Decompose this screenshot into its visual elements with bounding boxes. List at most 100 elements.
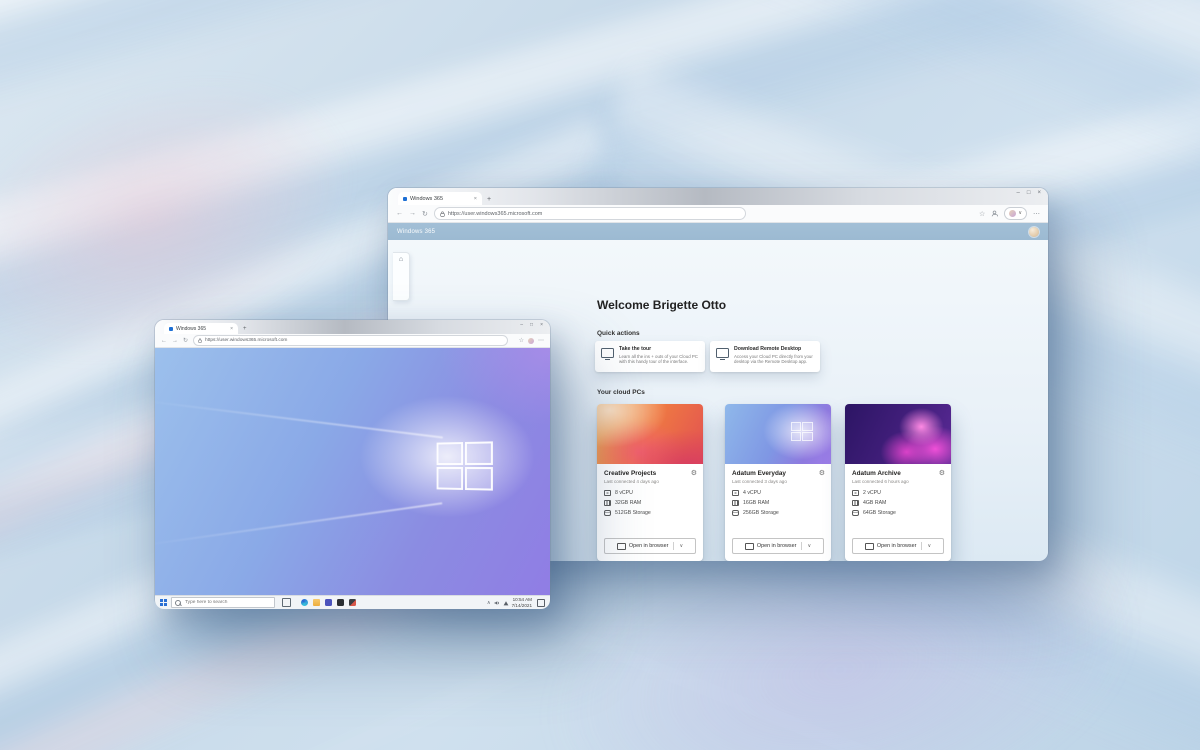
cloud-pc-thumbnail [597, 404, 703, 464]
button-divider [673, 542, 674, 550]
portal-brand: Windows 365 [397, 229, 435, 235]
menu-ellipsis-icon[interactable]: ⋯ [1033, 210, 1040, 218]
monitor-icon [601, 348, 614, 358]
maximize-button[interactable]: □ [530, 322, 533, 328]
browser-icon [865, 543, 874, 550]
cloud-pc-desktop[interactable] [155, 348, 550, 595]
profile-avatar [1009, 210, 1016, 217]
spec-storage: 64GB Storage [852, 510, 896, 516]
edge-icon[interactable] [301, 599, 308, 606]
menu-ellipsis-icon[interactable]: ⋯ [538, 337, 544, 344]
storage-value: 512GB Storage [615, 510, 651, 516]
nav-rail[interactable]: ⌂ [393, 252, 410, 301]
store-icon[interactable] [337, 599, 344, 606]
minimize-button[interactable]: – [520, 322, 523, 328]
close-tab-icon[interactable]: × [230, 326, 233, 332]
quick-action-take-tour[interactable]: Take the tour Learn all the ins + outs o… [595, 341, 705, 372]
spec-list: 2 vCPU 4GB RAM 64GB Storage [852, 490, 896, 516]
cpu-icon [852, 490, 859, 496]
favorites-star-icon[interactable]: ☆ [519, 337, 524, 344]
maximize-button[interactable]: □ [1027, 190, 1031, 196]
open-in-browser-button[interactable]: Open in browser ∨ [852, 538, 944, 554]
quick-action-title: Download Remote Desktop [734, 346, 814, 352]
back-icon[interactable]: ← [396, 210, 403, 217]
open-in-browser-button[interactable]: Open in browser ∨ [604, 538, 696, 554]
window-controls: – □ × [520, 322, 543, 328]
home-icon[interactable]: ⌂ [399, 256, 403, 300]
chevron-down-icon[interactable]: ∨ [807, 544, 811, 549]
portal-site-header: Windows 365 [388, 223, 1048, 240]
cloud-pc-browser-window: Windows 365 × + – □ × ← → ↻ https://user… [155, 320, 550, 607]
clock-date: 7/14/2021 [512, 603, 532, 608]
browser-toolbar: ← → ↻ https://user.windows365.microsoft.… [155, 334, 550, 348]
cloud-pcs-label: Your cloud PCs [597, 389, 645, 396]
back-icon[interactable]: ← [161, 338, 167, 344]
start-button-icon[interactable] [160, 599, 167, 606]
cloud-pc-card: Creative Projects ⚙ Last connected 4 day… [597, 404, 703, 561]
tab-favicon [169, 327, 173, 331]
url-text: https://user.windows365.microsoft.com [205, 338, 287, 343]
spec-ram: 4GB RAM [852, 500, 896, 506]
photos-icon[interactable] [349, 599, 356, 606]
cloud-pc-thumbnail [845, 404, 951, 464]
search-input[interactable] [183, 599, 271, 606]
ram-icon [604, 500, 611, 506]
chevron-down-icon[interactable]: ∨ [679, 544, 683, 549]
task-view-icon[interactable] [282, 598, 291, 607]
file-explorer-icon[interactable] [313, 599, 320, 606]
tray-chevron-icon[interactable]: ∧ [487, 600, 491, 606]
network-icon[interactable] [503, 600, 509, 606]
open-in-browser-button[interactable]: Open in browser ∨ [732, 538, 824, 554]
open-button-label: Open in browser [629, 543, 669, 549]
address-bar[interactable]: https://user.windows365.microsoft.com [434, 207, 746, 220]
tab-windows-365[interactable]: Windows 365 × [398, 192, 482, 205]
spec-ram: 32GB RAM [604, 500, 651, 506]
browser-toolbar: ← → ↻ https://user.windows365.microsoft.… [388, 205, 1048, 223]
forward-icon[interactable]: → [409, 210, 416, 217]
chevron-down-icon[interactable]: ∨ [927, 544, 931, 549]
close-button[interactable]: × [1037, 190, 1041, 196]
close-tab-icon[interactable]: × [474, 196, 477, 202]
search-icon [175, 600, 181, 606]
tab-strip: Windows 365 × + – □ × [388, 188, 1048, 205]
storage-value: 256GB Storage [743, 510, 779, 516]
toolbar-right: ☆ ∨ ⋯ [979, 207, 1040, 220]
close-button[interactable]: × [540, 322, 543, 328]
gear-icon[interactable]: ⚙ [691, 469, 697, 477]
quick-action-download-remote-desktop[interactable]: Download Remote Desktop Access your Clou… [710, 341, 820, 372]
tab-favicon [403, 197, 407, 201]
tab-windows-365[interactable]: Windows 365 × [164, 323, 238, 334]
taskbar-search[interactable] [171, 597, 275, 608]
volume-icon[interactable] [494, 600, 500, 606]
light-ray [155, 400, 443, 438]
notification-center-icon[interactable] [537, 599, 545, 607]
quick-actions-row: Take the tour Learn all the ins + outs o… [595, 341, 820, 372]
browser-icon [745, 543, 754, 550]
ram-icon [732, 500, 739, 506]
gear-icon[interactable]: ⚙ [819, 469, 825, 477]
minimize-button[interactable]: – [1017, 190, 1020, 196]
favorites-star-icon[interactable]: ☆ [979, 210, 985, 218]
forward-icon[interactable]: → [172, 338, 178, 344]
cpu-value: 4 vCPU [743, 490, 761, 496]
tab-strip: Windows 365 × + – □ × [155, 320, 550, 334]
taskbar-clock[interactable]: 10:54 AM 7/14/2021 [512, 597, 532, 608]
new-tab-button[interactable]: + [487, 196, 491, 203]
scene: Windows 365 × + – □ × ← → ↻ https://user… [0, 0, 1200, 750]
profile-chip[interactable]: ∨ [1004, 207, 1027, 220]
address-bar[interactable]: https://user.windows365.microsoft.com [193, 335, 508, 346]
last-connected: Last connected 4 days ago [604, 479, 659, 484]
new-tab-button[interactable]: + [243, 326, 247, 332]
cloud-pc-name: Adatum Archive [852, 470, 901, 477]
spec-storage: 512GB Storage [604, 510, 651, 516]
person-icon[interactable] [991, 210, 998, 217]
profile-avatar[interactable] [528, 338, 534, 344]
spec-list: 4 vCPU 16GB RAM 256GB Storage [732, 490, 779, 516]
quick-action-description: Access your Cloud PC directly from your … [734, 354, 814, 365]
ram-value: 16GB RAM [743, 500, 769, 506]
refresh-icon[interactable]: ↻ [422, 210, 428, 218]
refresh-icon[interactable]: ↻ [183, 337, 188, 344]
account-avatar[interactable] [1029, 227, 1039, 237]
gear-icon[interactable]: ⚙ [939, 469, 945, 477]
teams-icon[interactable] [325, 599, 332, 606]
